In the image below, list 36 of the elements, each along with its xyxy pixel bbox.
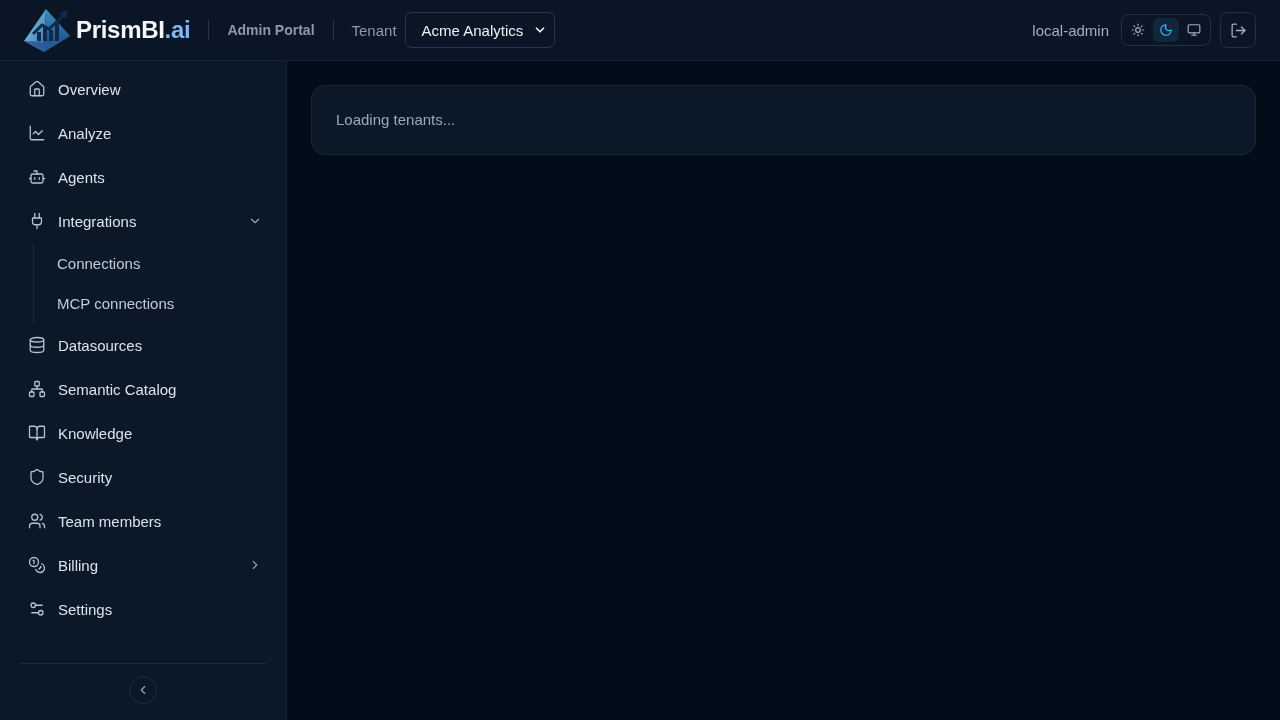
logout-icon (1229, 21, 1247, 39)
house-icon (28, 80, 46, 98)
shield-icon (28, 468, 46, 486)
moon-icon (1159, 23, 1173, 37)
monitor-icon (1187, 23, 1201, 37)
user-name: local-admin (1032, 21, 1109, 39)
sun-icon (1131, 23, 1145, 37)
database-icon (28, 336, 46, 354)
tenant-label: Tenant (351, 21, 397, 39)
book-icon (28, 424, 46, 442)
nav-item[interactable]: Agents (20, 155, 266, 199)
nav-item[interactable]: Semantic Catalog (20, 367, 266, 411)
prism-logo-icon (24, 8, 70, 52)
users-icon (28, 512, 46, 530)
nav-item[interactable]: Team members (20, 499, 266, 543)
nav-subitem[interactable]: Connections (57, 243, 266, 283)
nav-item[interactable]: Overview (20, 67, 266, 111)
theme-button[interactable] (1153, 18, 1179, 42)
coins-icon (28, 556, 46, 574)
sliders-icon (28, 600, 46, 618)
nav-item[interactable]: Settings (20, 587, 266, 631)
line-chart-icon (28, 124, 46, 142)
loading-message: Loading tenants... (336, 110, 457, 130)
tenant-select[interactable]: Acme Analytics (404, 12, 556, 48)
nav-item[interactable]: Security (20, 455, 266, 499)
robot-icon (28, 168, 46, 186)
nav-group[interactable]: Integrations (20, 199, 266, 243)
nav-item[interactable]: Knowledge (20, 411, 266, 455)
nav-group[interactable]: Billing (20, 543, 266, 587)
nav-item[interactable]: Analyze (20, 111, 266, 155)
brand-name: PrismBI.ai (76, 16, 191, 44)
nav-subitem[interactable]: MCP connections (57, 283, 266, 323)
hierarchy-icon (28, 380, 46, 398)
portal-title: Admin Portal (227, 22, 315, 38)
nav-item[interactable]: Datasources (20, 323, 266, 367)
logout-button[interactable] (1220, 12, 1256, 48)
